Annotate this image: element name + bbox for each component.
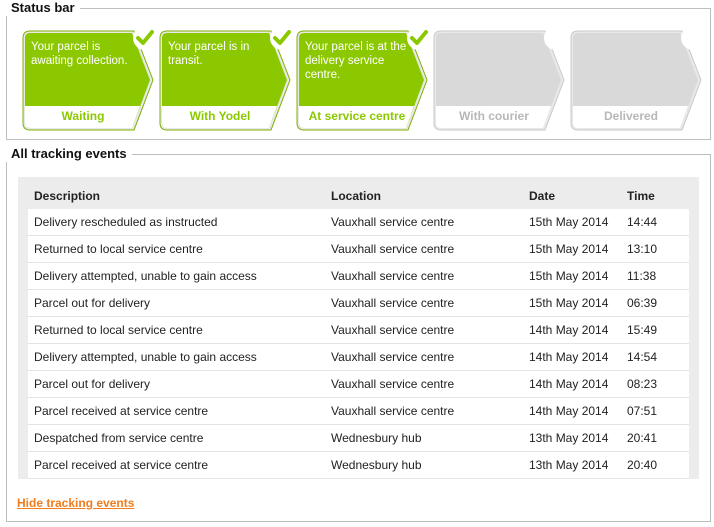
cell-date: 15th May 2014: [523, 235, 621, 263]
column-header-time: Time: [621, 183, 689, 209]
table-row: Parcel received at service centre Vauxhal…: [28, 397, 689, 425]
step-message: Your parcel is in transit.: [168, 41, 250, 67]
cell-location: Vauxhall service centre: [325, 343, 523, 371]
cell-description: Despatched from service centre: [28, 424, 325, 452]
cell-description: Delivery attempted, unable to gain acces…: [28, 262, 325, 290]
cell-time: 07:51: [621, 397, 689, 425]
table-row: Returned to local service centre Vauxhall…: [28, 316, 689, 344]
cell-time: 13:10: [621, 235, 689, 263]
column-header-description: Description: [28, 183, 325, 209]
table-row: Parcel received at service centre Wednesb…: [28, 451, 689, 479]
cell-time: 14:54: [621, 343, 689, 371]
status-bar-legend: Status bar: [6, 0, 80, 16]
cell-time: 20:40: [621, 451, 689, 479]
column-header-date: Date: [523, 183, 621, 209]
status-step-waiting: Your parcel is awaiting collection. Waiti…: [22, 26, 157, 132]
step-message: Your parcel is awaiting collection.: [31, 41, 128, 67]
cell-date: 15th May 2014: [523, 262, 621, 290]
table-row: Delivery attempted, unable to gain acces…: [28, 262, 689, 290]
cell-date: 14th May 2014: [523, 343, 621, 371]
table-header-row: Description Location Date Time: [28, 183, 689, 209]
cell-description: Returned to local service centre: [28, 235, 325, 263]
cell-description: Returned to local service centre: [28, 316, 325, 344]
cell-date: 14th May 2014: [523, 397, 621, 425]
table-row: Parcel out for delivery Vauxhall service …: [28, 370, 689, 398]
cell-location: Vauxhall service centre: [325, 235, 523, 263]
step-label: Waiting: [61, 109, 105, 123]
events-table: Description Location Date Time Delivery …: [28, 183, 689, 479]
cell-time: 20:41: [621, 424, 689, 452]
cell-location: Vauxhall service centre: [325, 397, 523, 425]
cell-time: 11:38: [621, 262, 689, 290]
cell-date: 13th May 2014: [523, 424, 621, 452]
empty-circle-icon: [544, 26, 568, 50]
cell-description: Parcel received at service centre: [28, 397, 325, 425]
empty-circle-icon: [681, 26, 705, 50]
step-message: Your parcel is at the delivery service c…: [305, 41, 407, 81]
cell-time: 06:39: [621, 289, 689, 317]
cell-location: Vauxhall service centre: [325, 209, 523, 236]
step-label: With courier: [459, 109, 529, 123]
cell-date: 15th May 2014: [523, 289, 621, 317]
step-label: Delivered: [603, 109, 659, 123]
table-row: Delivery rescheduled as instructed Vauxha…: [28, 209, 689, 236]
cell-time: 14:44: [621, 209, 689, 236]
status-step-delivered: Delivered: [570, 26, 705, 132]
cell-date: 15th May 2014: [523, 209, 621, 236]
cell-description: Parcel received at service centre: [28, 451, 325, 479]
column-header-location: Location: [325, 183, 523, 209]
events-table-container: Description Location Date Time Delivery …: [18, 177, 699, 479]
cell-location: Wednesbury hub: [325, 424, 523, 452]
status-step-with-courier: With courier: [433, 26, 568, 132]
cell-location: Vauxhall service centre: [325, 289, 523, 317]
cell-date: 13th May 2014: [523, 451, 621, 479]
table-row: Parcel out for delivery Vauxhall service …: [28, 289, 689, 317]
cell-time: 08:23: [621, 370, 689, 398]
cell-description: Parcel out for delivery: [28, 289, 325, 317]
tracking-events-legend: All tracking events: [6, 146, 132, 162]
status-step-at-service-centre: Your parcel is at the delivery service c…: [296, 26, 431, 132]
cell-date: 14th May 2014: [523, 370, 621, 398]
cell-description: Parcel out for delivery: [28, 370, 325, 398]
checkmark-icon: [133, 26, 157, 50]
cell-location: Vauxhall service centre: [325, 316, 523, 344]
step-label: With Yodel: [189, 109, 251, 123]
cell-time: 15:49: [621, 316, 689, 344]
step-label: At service centre: [308, 109, 406, 123]
hide-tracking-events-link[interactable]: Hide tracking events: [17, 496, 134, 510]
table-row: Despatched from service centre Wednesbury…: [28, 424, 689, 452]
cell-location: Wednesbury hub: [325, 451, 523, 479]
checkmark-icon: [407, 26, 431, 50]
table-row: Returned to local service centre Vauxhall…: [28, 235, 689, 263]
checkmark-icon: [270, 26, 294, 50]
status-step-with-yodel: Your parcel is in transit. With Yodel: [159, 26, 294, 132]
table-row: Delivery attempted, unable to gain acces…: [28, 343, 689, 371]
cell-description: Delivery attempted, unable to gain acces…: [28, 343, 325, 371]
cell-location: Vauxhall service centre: [325, 370, 523, 398]
cell-location: Vauxhall service centre: [325, 262, 523, 290]
cell-date: 14th May 2014: [523, 316, 621, 344]
cell-description: Delivery rescheduled as instructed: [28, 209, 325, 236]
